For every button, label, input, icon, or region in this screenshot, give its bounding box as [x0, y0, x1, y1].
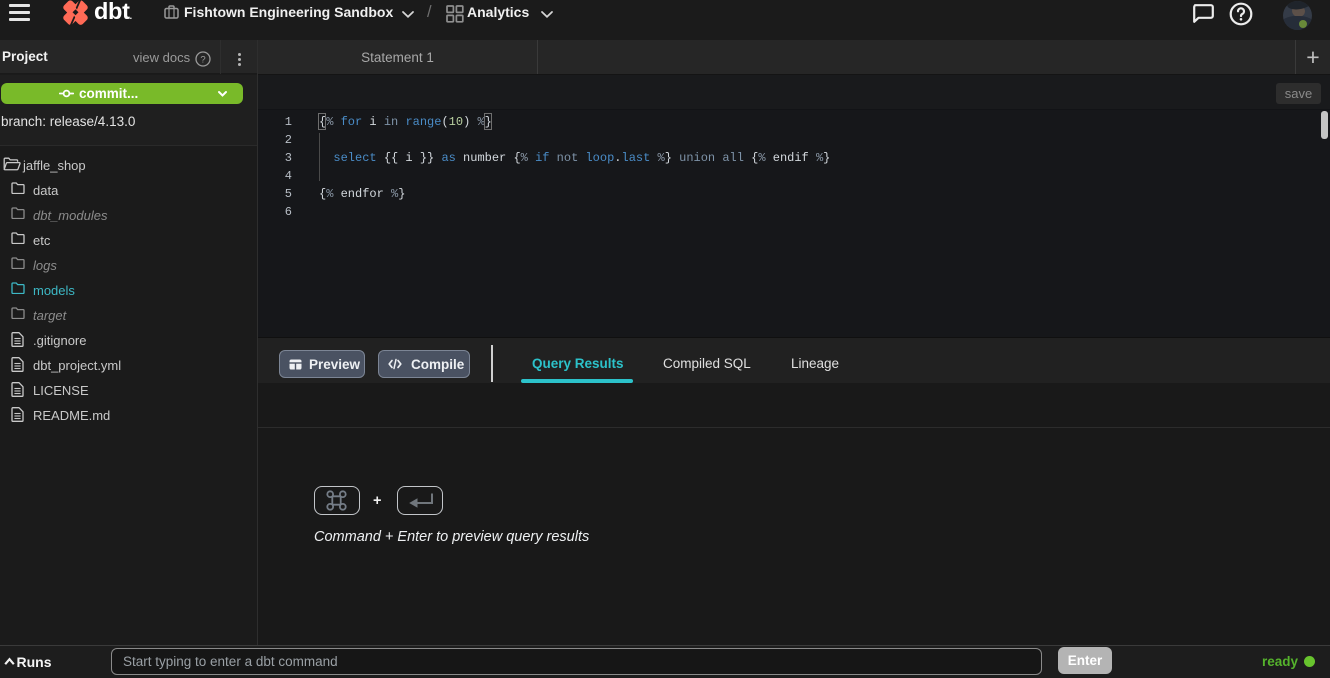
- svg-text:?: ?: [200, 54, 205, 65]
